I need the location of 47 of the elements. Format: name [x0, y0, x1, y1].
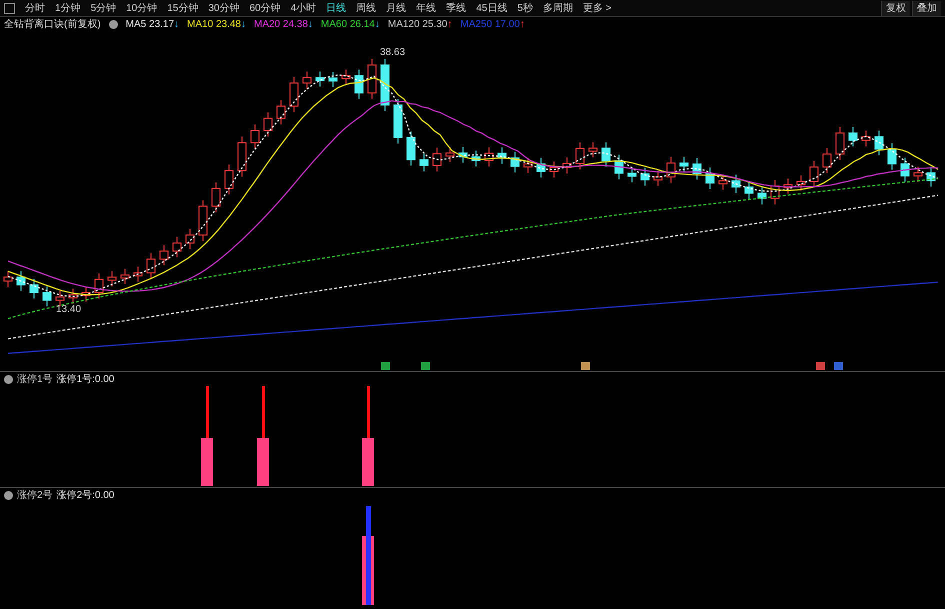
signal-marker-icon	[381, 362, 390, 370]
period-tab[interactable]: 多周期	[538, 0, 577, 16]
indicator-reading: MA10 23.48	[187, 18, 241, 32]
indicator-reading: MA120 25.30	[388, 18, 448, 32]
trend-arrow: ↓	[374, 18, 380, 32]
settings-icon[interactable]	[108, 20, 118, 29]
trend-arrow: ↓	[308, 18, 313, 32]
period-tab[interactable]: 60分钟	[246, 0, 285, 16]
period-tab[interactable]: 10分钟	[122, 0, 162, 16]
period-tab[interactable]: 日线	[322, 0, 350, 16]
period-tab[interactable]: 1分钟	[51, 0, 85, 16]
indicator-reading: 涨停2号:0.00	[56, 488, 114, 502]
signal-marker-icon	[816, 362, 825, 370]
indicator-reading: MA250 17.00	[460, 18, 520, 32]
period-tab[interactable]: 45日线	[472, 0, 512, 16]
price-label: 13.40	[56, 304, 82, 315]
indicator-reading: MA5 23.17	[126, 18, 174, 32]
toolbar-button[interactable]: 叠加	[912, 0, 941, 16]
period-tab[interactable]: 5分钟	[86, 0, 120, 16]
trend-arrow: ↓	[240, 18, 246, 32]
period-tab[interactable]: 年线	[412, 0, 440, 16]
period-tab[interactable]: 季线	[442, 0, 470, 16]
trend-arrow: ↓	[174, 18, 180, 32]
indicator-title: 涨停1号	[17, 372, 53, 386]
period-tab[interactable]: 分时	[21, 0, 49, 16]
trend-arrow: ↑	[447, 18, 452, 32]
period-tab[interactable]: 月线	[382, 0, 410, 16]
period-tab[interactable]: 15分钟	[163, 0, 202, 16]
chart-title: 全钻背离口诀(前复权)	[4, 18, 101, 32]
period-tab[interactable]: 周线	[352, 0, 380, 16]
indicator-reading: MA60 26.14	[320, 18, 375, 32]
period-tab[interactable]: 30分钟	[204, 0, 244, 16]
signal-marker-icon	[421, 362, 430, 370]
period-tab[interactable]: 更多 >	[578, 0, 616, 16]
indicator-title: 涨停2号	[17, 488, 53, 502]
settings-icon[interactable]	[4, 490, 13, 500]
indicator-reading: MA20 24.38	[254, 18, 308, 32]
indicator-reading: 涨停1号:0.00	[56, 372, 114, 386]
square-icon[interactable]	[4, 2, 15, 14]
signal-marker-icon	[834, 362, 843, 370]
trend-arrow: ↑	[520, 18, 525, 32]
price-label: 38.63	[380, 47, 406, 58]
period-tab[interactable]: 4小时	[286, 0, 320, 16]
toolbar-button[interactable]: 复权	[881, 0, 910, 16]
settings-icon[interactable]	[4, 374, 13, 384]
period-tab[interactable]: 5秒	[513, 0, 537, 16]
signal-marker-icon	[581, 362, 590, 370]
